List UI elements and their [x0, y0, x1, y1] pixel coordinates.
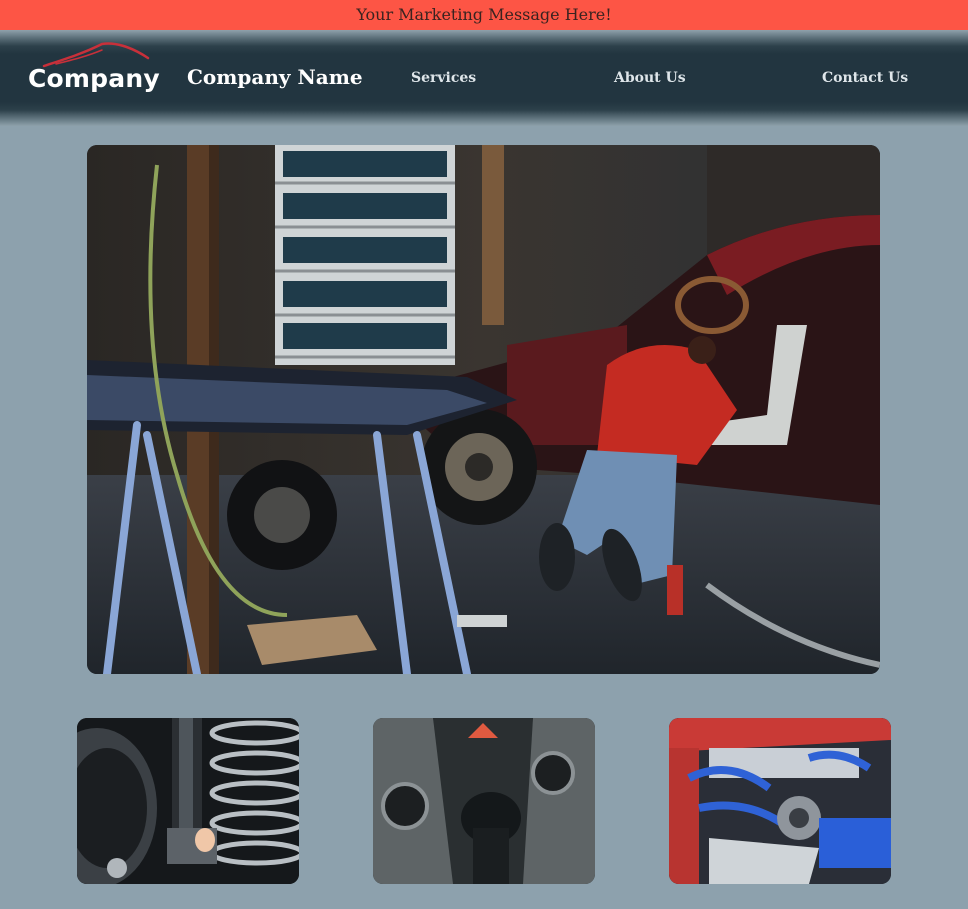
logo-wordmark: Company	[28, 64, 160, 93]
thumbnail-suspension[interactable]	[77, 718, 299, 884]
garage-mechanic-illustration	[87, 145, 880, 674]
promo-banner: Your Marketing Message Here!	[0, 0, 968, 30]
hero-image	[87, 145, 880, 674]
thumbnail-engine[interactable]	[669, 718, 891, 884]
thumbnail-interior[interactable]	[373, 718, 595, 884]
site-header: Company Company Name Services About Us C…	[0, 30, 968, 126]
brand-name: Company Name	[187, 65, 363, 89]
gear-shifter-illustration	[373, 718, 595, 884]
company-logo[interactable]: Company	[28, 40, 160, 100]
engine-bay-illustration	[669, 718, 891, 884]
promo-message: Your Marketing Message Here!	[356, 5, 612, 24]
nav-about-link[interactable]: About Us	[614, 70, 686, 86]
nav-services-link[interactable]: Services	[411, 70, 476, 86]
suspension-spring-illustration	[77, 718, 299, 884]
nav-contact-link[interactable]: Contact Us	[822, 70, 908, 86]
